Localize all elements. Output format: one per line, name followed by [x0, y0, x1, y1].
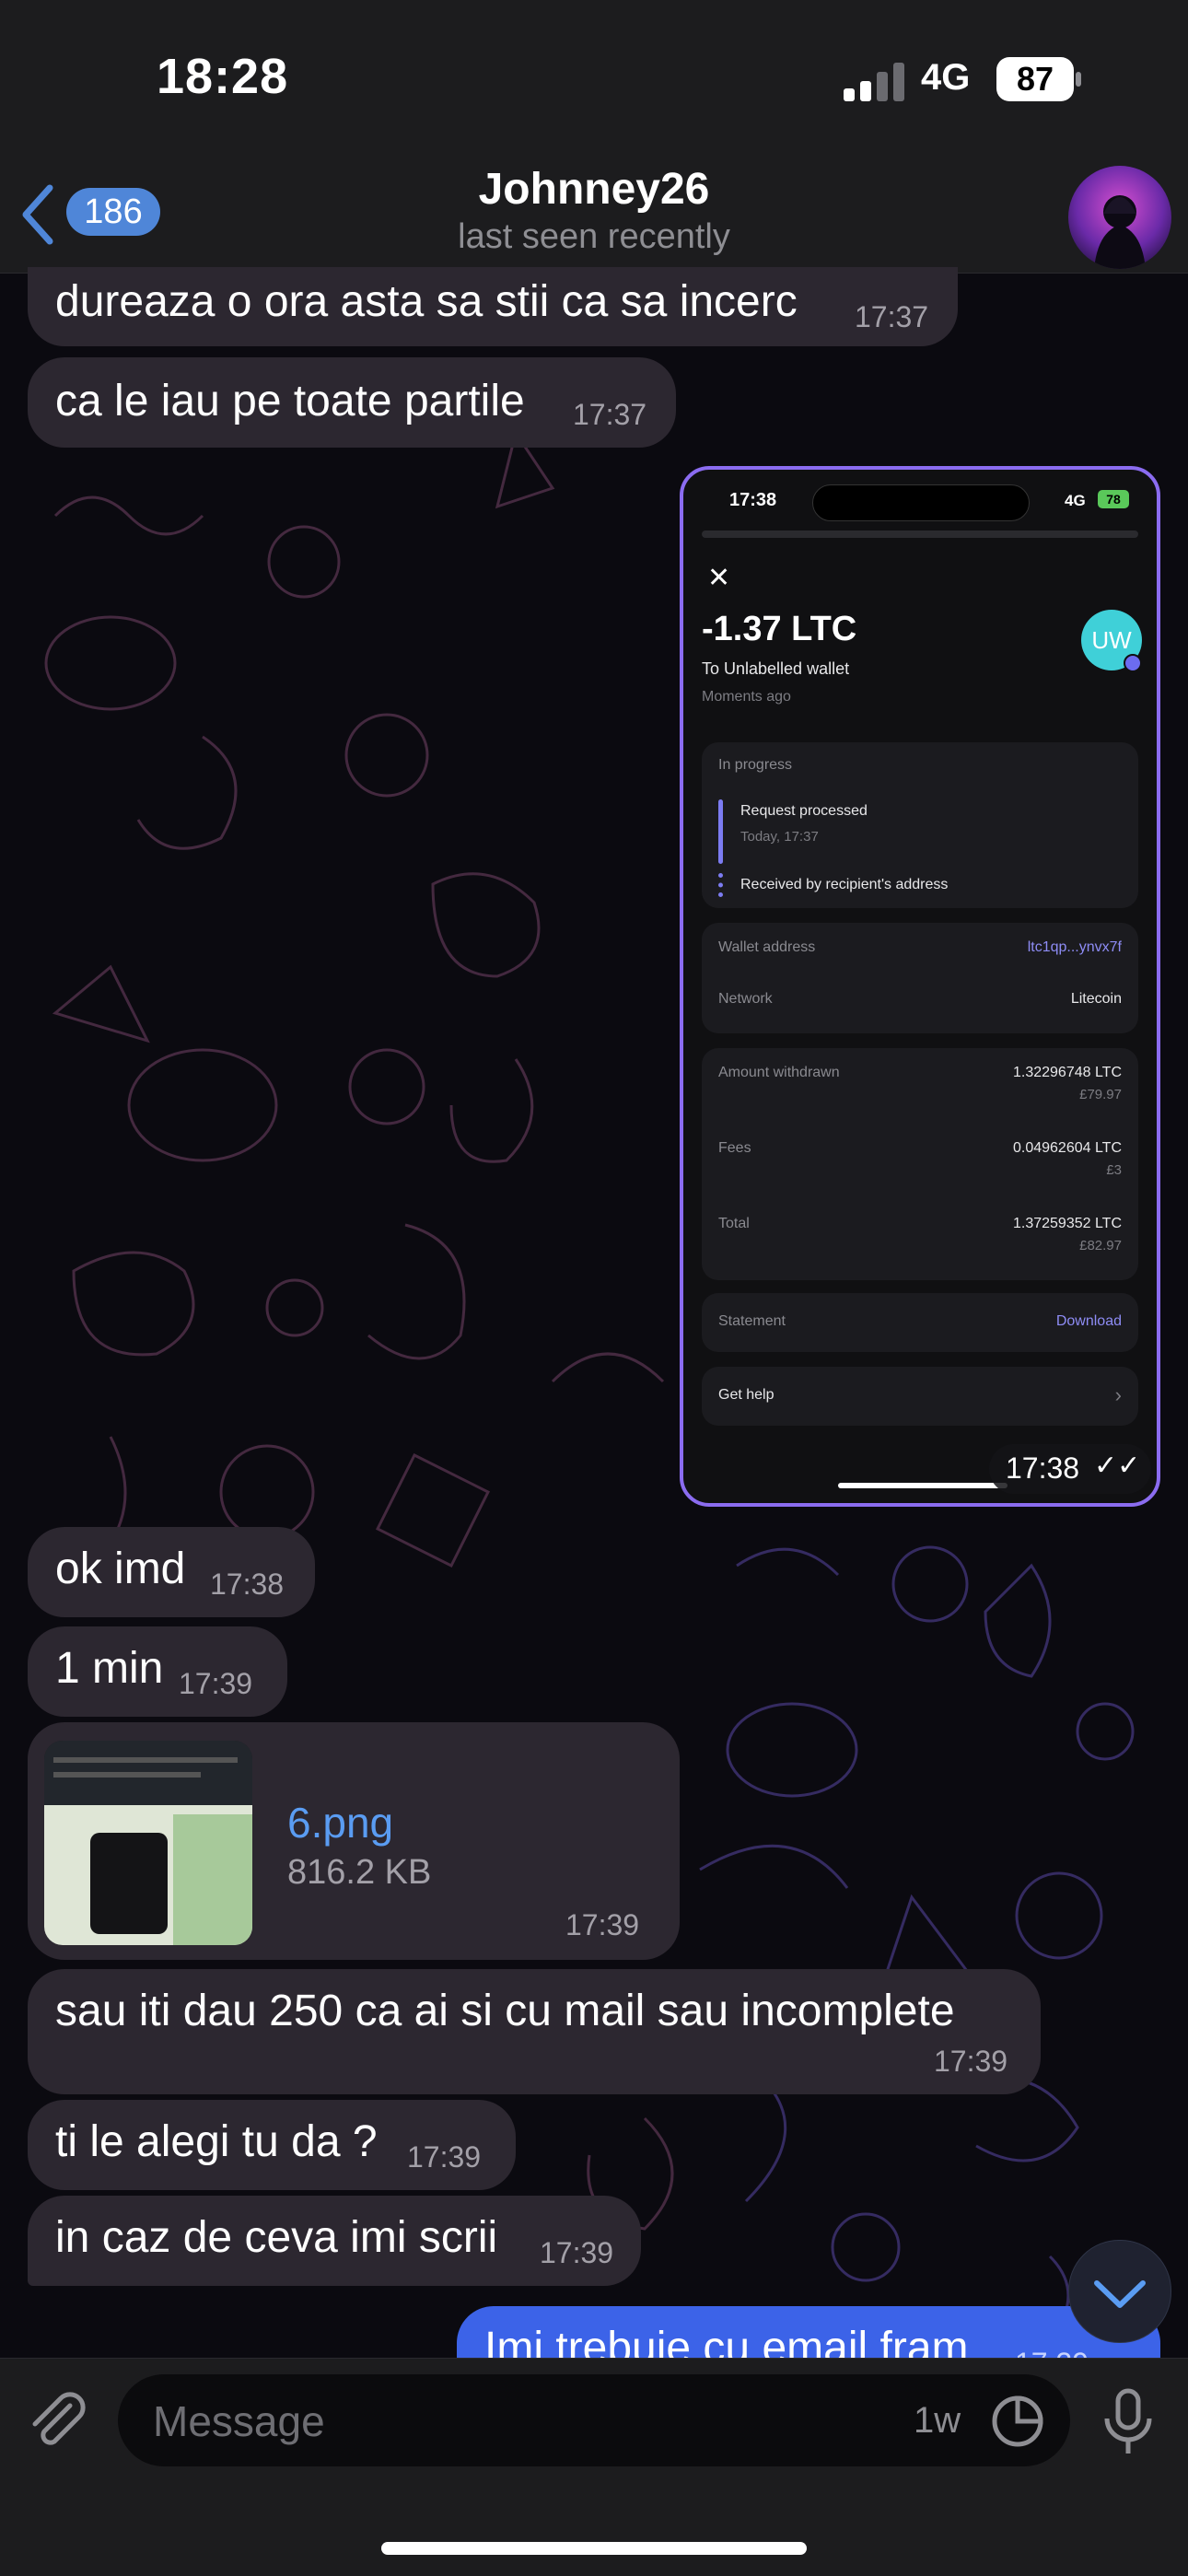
message-text: in caz de ceva imi scrii: [55, 2213, 498, 2262]
message-time: 17:38: [210, 1568, 285, 1601]
inner-status-time: 17:38: [729, 490, 777, 510]
inner-wallet-value: ltc1qp...ynvx7f: [1027, 939, 1122, 955]
message-text: ok imd: [55, 1544, 186, 1593]
chevron-down-icon: [1094, 2280, 1146, 2308]
inner-close-icon: ✕: [707, 563, 731, 593]
inner-network-label: Network: [718, 991, 773, 1007]
battery-icon: 87: [996, 57, 1081, 101]
message-input[interactable]: Message 1w: [118, 2374, 1070, 2466]
microphone-icon[interactable]: [1096, 2385, 1160, 2459]
message-time: 17:39: [179, 1667, 253, 1700]
message-bubble[interactable]: dureaza o ora asta sa stii ca sa incerc …: [28, 267, 958, 346]
inner-dynamic-island: [812, 484, 1030, 521]
screenshot-image-message[interactable]: 17:38 4G 78 ✕ -1.37 LTC To Unlabelled wa…: [680, 466, 1160, 1507]
image-time-pill: 17:38 ✓✓: [989, 1444, 1151, 1494]
attach-paperclip-icon[interactable]: [22, 2385, 92, 2455]
message-text: dureaza o ora asta sa stii ca sa incerc: [55, 277, 798, 326]
message-text: ca le iau pe toate partile: [55, 377, 525, 425]
message-time: 17:39: [407, 2140, 482, 2174]
inner-help-card: Get help ›: [702, 1367, 1138, 1426]
message-bubble[interactable]: ok imd 17:38: [28, 1527, 315, 1617]
inner-sheet-handle: [702, 530, 1138, 538]
chat-subtitle: last seen recently: [458, 217, 730, 256]
sticker-icon[interactable]: [989, 2393, 1046, 2450]
inner-withdrawn-value: 1.32296748 LTC: [1012, 1065, 1122, 1080]
inner-total-label: Total: [718, 1216, 750, 1231]
inner-fees-label: Fees: [718, 1140, 751, 1156]
inner-wallet-card: Wallet address ltc1qp...ynvx7f Network L…: [702, 923, 1138, 1033]
battery-level: 87: [1016, 60, 1054, 98]
message-bubble[interactable]: in caz de ceva imi scrii 17:39: [28, 2196, 641, 2286]
image-time: 17:38: [1006, 1451, 1080, 1485]
read-checkmarks-icon: ✓✓: [1094, 1451, 1141, 1481]
message-bubble[interactable]: ca le iau pe toate partile 17:37: [28, 357, 676, 448]
inner-step2: Received by recipient's address: [740, 877, 949, 892]
inner-wallet-label: Wallet address: [718, 939, 816, 955]
message-bubble[interactable]: sau iti dau 250 ca ai si cu mail sau inc…: [28, 1969, 1041, 2094]
inner-avatar-badge: [1124, 654, 1142, 672]
inner-timestamp: Moments ago: [702, 689, 791, 705]
inner-step1: Request processed: [740, 803, 868, 819]
file-name[interactable]: 6.png: [287, 1798, 393, 1847]
chat-title[interactable]: Johnney26: [0, 164, 1188, 215]
message-placeholder: Message: [153, 2397, 325, 2445]
message-time: 17:39: [934, 2045, 1008, 2078]
inner-pending-dots: [718, 873, 723, 897]
inner-withdrawn-fiat: £79.97: [1079, 1087, 1122, 1102]
network-type: 4G: [921, 57, 971, 98]
inner-battery: 78: [1098, 490, 1129, 508]
cellular-signal-icon: [844, 63, 904, 101]
inner-progress-card: In progress Request processed Today, 17:…: [702, 742, 1138, 908]
message-time: 17:37: [855, 300, 929, 333]
inner-help-chevron-icon: ›: [1114, 1383, 1122, 1406]
inner-statement-card: Statement Download: [702, 1293, 1138, 1352]
file-size: 816.2 KB: [287, 1853, 432, 1892]
inner-fees-value: 0.04962604 LTC: [1012, 1140, 1122, 1156]
inner-amount: -1.37 LTC: [702, 610, 857, 648]
inner-progress-title: In progress: [718, 757, 793, 773]
inner-withdrawn-label: Amount withdrawn: [718, 1065, 840, 1080]
inner-help-label: Get help: [718, 1387, 775, 1403]
contact-avatar[interactable]: [1068, 166, 1171, 269]
home-indicator: [381, 2542, 807, 2555]
inner-recipient: To Unlabelled wallet: [702, 659, 850, 678]
file-time: 17:39: [565, 1908, 640, 1941]
message-text: ti le alegi tu da ?: [55, 2117, 378, 2166]
message-time: 17:37: [573, 398, 647, 431]
message-bubble[interactable]: 1 min 17:39: [28, 1626, 287, 1717]
message-bubble[interactable]: ti le alegi tu da ? 17:39: [28, 2100, 516, 2190]
message-text: sau iti dau 250 ca ai si cu mail sau inc…: [55, 1987, 955, 2035]
message-text: 1 min: [55, 1644, 164, 1693]
inner-home-indicator: [838, 1483, 1007, 1488]
inner-network-value: Litecoin: [1070, 991, 1122, 1007]
inner-network: 4G: [1065, 492, 1086, 509]
self-destruct-timer[interactable]: 1w: [914, 2400, 961, 2442]
inner-total-fiat: £82.97: [1079, 1238, 1122, 1253]
scroll-to-bottom-button[interactable]: [1068, 2240, 1171, 2343]
inner-step1-time: Today, 17:37: [740, 829, 819, 845]
inner-amounts-card: Amount withdrawn 1.32296748 LTC £79.97 F…: [702, 1048, 1138, 1280]
status-time: 18:28: [157, 49, 289, 104]
inner-fees-fiat: £3: [1106, 1162, 1122, 1178]
inner-statement-label: Statement: [718, 1313, 786, 1329]
inner-total-value: 1.37259352 LTC: [1012, 1216, 1122, 1231]
message-time: 17:39: [540, 2236, 614, 2269]
inner-progress-line: [718, 799, 723, 864]
inner-download-link: Download: [1055, 1313, 1122, 1329]
file-thumbnail[interactable]: [44, 1741, 252, 1945]
